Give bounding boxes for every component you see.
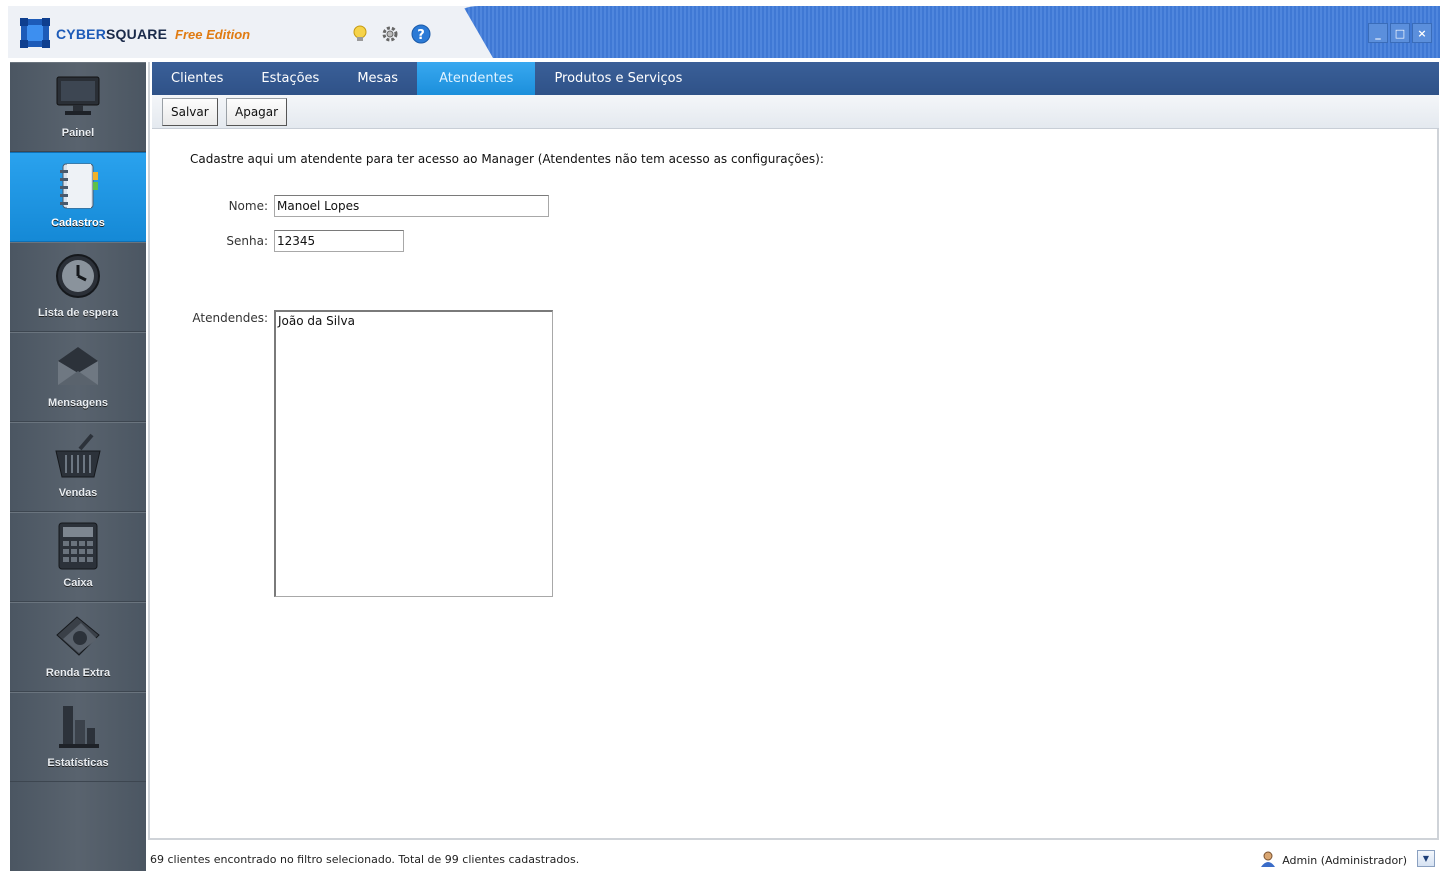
sidebar-item-caixa[interactable]: Caixa [10, 512, 146, 602]
calculator-icon [53, 521, 103, 571]
help-icon[interactable]: ? [411, 24, 431, 44]
clock-icon [53, 251, 103, 301]
sidebar-item-lista-de-espera[interactable]: Lista de espera [10, 242, 146, 332]
name-field[interactable] [274, 195, 549, 217]
basket-icon [53, 431, 103, 481]
bar-chart-icon [53, 701, 103, 751]
user-name: Admin (Administrador) [1282, 854, 1407, 867]
chevron-down-icon: ▼ [1422, 854, 1430, 863]
user-dropdown-button[interactable]: ▼ [1417, 850, 1435, 867]
tab-clientes[interactable]: Clientes [152, 62, 242, 95]
minimize-button[interactable]: _ [1368, 23, 1388, 43]
svg-text:?: ? [417, 28, 425, 43]
title-bar: CYBERSQUARE Free Edition ? _ □ × [8, 6, 1440, 58]
user-info: Admin (Administrador) [1260, 851, 1407, 870]
restore-button[interactable]: □ [1390, 23, 1410, 43]
password-label: Senha: [226, 234, 268, 248]
sidebar-item-painel[interactable]: Painel [10, 62, 146, 152]
attendants-list-label: Atendendes: [192, 311, 268, 325]
delete-button[interactable]: Apagar [226, 98, 288, 126]
sidebar: Painel Cadastros Lista de espera Mensage… [10, 62, 146, 871]
sidebar-item-mensagens[interactable]: Mensagens [10, 332, 146, 422]
app-logo-icon [20, 18, 50, 48]
lightbulb-icon[interactable] [350, 24, 370, 44]
sidebar-item-cadastros[interactable]: Cadastros [10, 152, 146, 242]
envelope-icon [53, 341, 103, 391]
sidebar-item-renda-extra[interactable]: Renda Extra [10, 602, 146, 692]
notebook-icon [53, 161, 103, 211]
save-button[interactable]: Salvar [162, 98, 218, 126]
list-item[interactable]: João da Silva [276, 312, 552, 330]
form-intro-text: Cadastre aqui um atendente para ter aces… [190, 152, 824, 166]
window-controls: _ □ × [1368, 23, 1432, 43]
status-bar: 69 clientes encontrado no filtro selecio… [148, 847, 1439, 871]
password-field[interactable] [274, 230, 404, 252]
tab-produtos-e-servicos[interactable]: Produtos e Serviços [535, 62, 701, 95]
tab-atendentes[interactable]: Atendentes [417, 62, 536, 95]
monitor-icon [53, 71, 103, 121]
tab-mesas[interactable]: Mesas [338, 62, 417, 95]
close-button[interactable]: × [1412, 23, 1432, 43]
app-brand: CYBERSQUARE [56, 26, 168, 42]
toolbar: Salvar Apagar [152, 95, 1439, 129]
main-panel: Clientes Estações Mesas Atendentes Produ… [148, 62, 1439, 840]
tab-bar: Clientes Estações Mesas Atendentes Produ… [152, 62, 1439, 95]
gear-icon[interactable] [380, 24, 400, 44]
money-icon [53, 611, 103, 661]
user-icon [1260, 851, 1276, 870]
attendants-list[interactable]: João da Silva [274, 310, 553, 597]
name-label: Nome: [228, 199, 268, 213]
edition-label: Free Edition [175, 27, 251, 42]
tab-estacoes[interactable]: Estações [242, 62, 338, 95]
sidebar-item-vendas[interactable]: Vendas [10, 422, 146, 512]
title-bar-accent [438, 6, 1440, 58]
sidebar-item-estatisticas[interactable]: Estatísticas [10, 692, 146, 782]
status-text: 69 clientes encontrado no filtro selecio… [150, 853, 580, 866]
